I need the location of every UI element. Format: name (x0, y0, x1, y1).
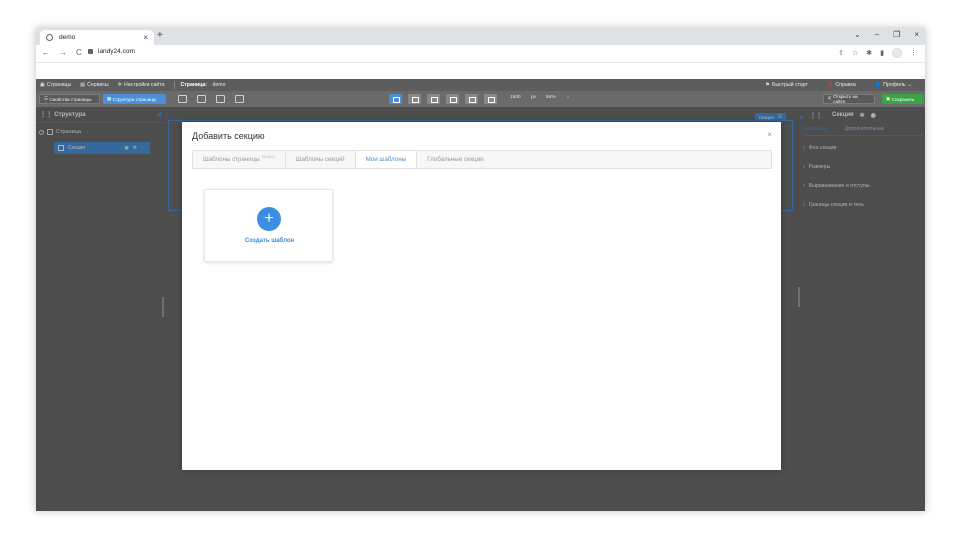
menu-profile[interactable]: 👤 Профиль ⌄ (875, 82, 912, 88)
flag-icon: ⚑ (765, 82, 770, 88)
page-gap (36, 63, 925, 79)
structure-icon: ▦ (107, 96, 112, 101)
back-button[interactable]: ← (42, 48, 50, 57)
menu-help[interactable]: ❓ Справка (827, 82, 856, 88)
reload-button[interactable]: C (76, 48, 82, 57)
soon-badge: скоро! (261, 154, 275, 159)
tab-section-templates[interactable]: Шаблоны секций (286, 151, 356, 168)
menu-pages-label: Страницы (46, 82, 72, 88)
browser-menu-icon[interactable]: ⋮ (910, 49, 917, 57)
share-icon[interactable]: ⇪ (838, 49, 844, 57)
profile-avatar[interactable] (892, 48, 902, 58)
undo-icon[interactable] (216, 95, 225, 103)
address-bar: ← → C landy24.com ⇪ ☆ ✱ ▮ ⋮ (36, 45, 925, 63)
lock-icon (88, 49, 93, 54)
zoom-select[interactable]: 84% (546, 95, 556, 100)
redo-icon[interactable] (235, 95, 244, 103)
tab-title: demo (59, 34, 76, 41)
plus-icon[interactable]: + (257, 207, 281, 231)
save-label: Сохранить (891, 96, 915, 102)
tab-close-icon[interactable]: × (143, 33, 148, 42)
create-template-label[interactable]: Создать шаблон (205, 238, 334, 244)
sidebar-icon[interactable]: ▮ (880, 49, 884, 57)
forward-button[interactable]: → (59, 48, 67, 57)
page-structure-button[interactable]: ▦ Структура страницы (103, 94, 166, 104)
modal-title: Добавить секцию (192, 131, 265, 141)
url-text: landy24.com (98, 48, 135, 55)
bookmark-star-icon[interactable]: ☆ (852, 49, 858, 57)
zoom-chevron-icon[interactable]: ⌄ (566, 95, 570, 100)
help-icon: ❓ (826, 82, 834, 88)
tab-label: Глобальные секции (427, 156, 484, 163)
device-tablet-icon[interactable] (446, 94, 459, 104)
browser-window: demo × + ⌄ – ❐ × ← → C landy24.com ⇪ ☆ ✱… (36, 28, 925, 511)
menu-site-settings[interactable]: ✲ Настройки сайта (118, 82, 165, 88)
extensions-icon[interactable]: ✱ (866, 49, 872, 57)
tab-label: Шаблоны страницы (203, 156, 260, 163)
menu-help-label: Справка (835, 82, 856, 88)
menu-services-label: Сервисы (87, 82, 109, 88)
tab-strip: demo × + ⌄ – ❐ × (36, 28, 925, 45)
menu-services[interactable]: ▤ Сервисы (80, 82, 108, 88)
app-menu-bar: ▣ Страницы ▤ Сервисы ✲ Настройки сайта Стра… (36, 79, 925, 91)
open-site-button[interactable]: ⇱ Открыть на сайте (823, 94, 875, 104)
menu-divider (173, 81, 175, 89)
services-icon: ▤ (80, 82, 86, 88)
browser-tab[interactable]: demo × (40, 30, 154, 45)
device-laptop-icon[interactable] (408, 94, 421, 104)
link-icon[interactable] (178, 95, 187, 103)
page-label: Страница: (180, 82, 208, 88)
close-window-button[interactable]: × (914, 30, 919, 39)
device-tablet-landscape-icon[interactable] (427, 94, 440, 104)
close-icon[interactable]: × (767, 130, 772, 139)
menu-quick-start[interactable]: ⚑ Быстрый старт (765, 82, 808, 88)
create-template-card[interactable]: + Создать шаблон (204, 189, 333, 262)
new-tab-button[interactable]: + (157, 30, 163, 41)
tab-global-sections[interactable]: Глобальные секции (417, 151, 494, 168)
copy-icon[interactable] (197, 95, 206, 103)
tab-search-icon[interactable]: ⌄ (854, 30, 861, 39)
app-toolbar: ☰ Свойства страницы ▦ Структура страницы… (36, 91, 925, 107)
page-props-label: Свойства страницы (49, 96, 92, 102)
tab-page-templates[interactable]: Шаблоны страницы скоро! (193, 151, 286, 168)
tab-my-templates[interactable]: Мои шаблоны (355, 151, 418, 168)
tab-label: Шаблоны секций (295, 156, 345, 163)
user-icon: 👤 (874, 82, 882, 88)
globe-icon (46, 34, 53, 41)
browser-toolbar-icons: ⇪ ☆ ✱ ▮ ⋮ (838, 48, 917, 58)
window-controls: ⌄ – ❐ × (854, 30, 919, 39)
external-link-icon: ⇱ (828, 96, 832, 101)
gear-icon: ✲ (117, 82, 123, 88)
menu-profile-label: Профиль (883, 82, 906, 88)
width-value[interactable]: 1600 (510, 95, 521, 100)
minimize-button[interactable]: – (875, 30, 879, 39)
device-desktop-icon[interactable] (389, 94, 402, 104)
menu-quick-start-label: Быстрый старт (771, 82, 808, 88)
add-section-modal: Добавить секцию × Шаблоны страницы скоро!… (182, 122, 781, 470)
current-page: Страница: demo (181, 82, 226, 88)
app-menu-right: ⚑ Быстрый старт ❓ Справка 👤 Профиль ⌄ (765, 82, 921, 88)
pages-icon: ▣ (40, 82, 45, 88)
width-unit: px (531, 95, 537, 100)
menu-pages[interactable]: ▣ Страницы (40, 82, 71, 88)
device-phone-landscape-icon[interactable] (465, 94, 478, 104)
url-field[interactable]: landy24.com (88, 48, 135, 55)
menu-site-settings-label: Настройки сайта (124, 82, 165, 88)
device-phone-icon[interactable] (484, 94, 497, 104)
open-site-label: Открыть на сайте (833, 94, 858, 104)
page-name: demo (212, 82, 226, 88)
chevron-down-icon: ⌄ (907, 82, 912, 88)
save-button[interactable]: ▣ Сохранить (882, 94, 924, 104)
modal-tabs: Шаблоны страницы скоро! Шаблоны секций Мо… (192, 150, 772, 169)
page-structure-label: Структура страницы (112, 96, 157, 102)
nav-buttons: ← → C (42, 48, 82, 57)
sliders-icon: ☰ (44, 96, 49, 101)
tab-label: Мои шаблоны (365, 156, 407, 163)
save-icon: ▣ (886, 96, 891, 101)
page-props-button[interactable]: ☰ Свойства страницы (39, 94, 100, 104)
restore-button[interactable]: ❐ (893, 30, 900, 39)
